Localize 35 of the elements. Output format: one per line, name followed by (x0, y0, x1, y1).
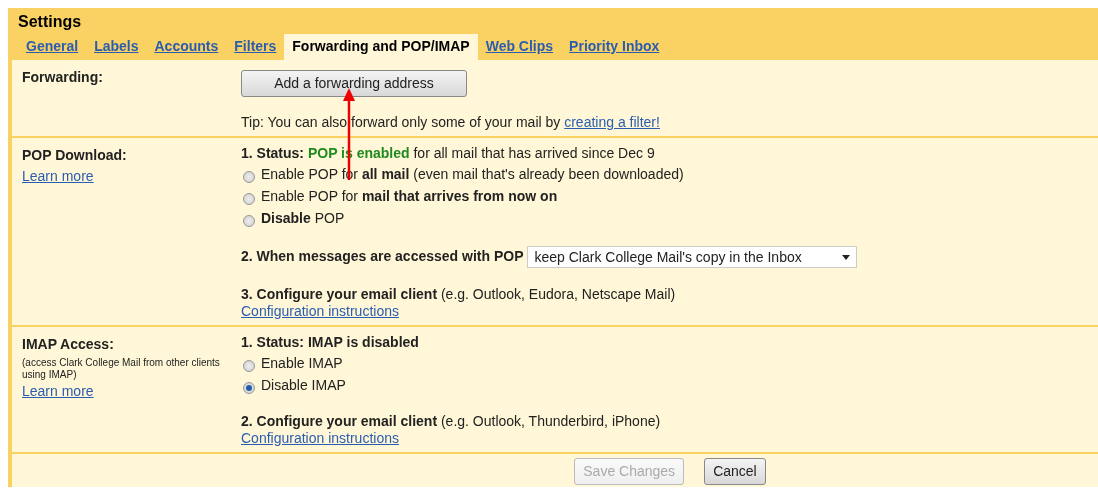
radio-button[interactable] (243, 192, 255, 205)
tip-text: Tip: You can also forward only some of your mail by (241, 114, 561, 130)
instruction-text: 3. Configure your email client (e.g. Outlook, Eudora, Netscape Mail) (241, 286, 677, 303)
filter-link[interactable]: creating a filter! (564, 114, 660, 130)
tab[interactable]: Web Clips (477, 34, 562, 60)
learn-more-link[interactable]: Learn more (22, 383, 94, 399)
radio-label: Enable IMAP (261, 354, 343, 373)
add-forwarding-button[interactable]: Add a forwarding address (241, 70, 467, 97)
section-label: Forwarding: (22, 68, 104, 87)
configuration-link[interactable]: Configuration instructions (241, 430, 399, 446)
learn-more-link[interactable]: Learn more (22, 168, 94, 184)
radio-button[interactable] (243, 359, 255, 372)
tab[interactable]: Forwarding and POP/IMAP (284, 34, 478, 60)
caret-icon (842, 254, 851, 260)
section-label: IMAP Access: (22, 335, 115, 354)
radio-label: Disable IMAP (261, 376, 346, 395)
page-title: Settings (18, 13, 83, 31)
radio-button[interactable] (243, 214, 255, 227)
tab[interactable]: Labels (86, 34, 147, 60)
cancel-button[interactable]: Cancel (704, 458, 766, 485)
section-label: POP Download: (22, 146, 128, 165)
radio-button[interactable] (243, 170, 255, 183)
tab[interactable]: General (18, 34, 87, 60)
tab[interactable]: Accounts (146, 34, 227, 60)
copy-option-dropdown[interactable]: keep Clark College Mail's copy in the Inbox (527, 246, 858, 268)
radio-button[interactable] (243, 381, 255, 394)
configuration-link[interactable]: Configuration instructions (241, 303, 399, 319)
select-label: 2. When messages are accessed with POP (241, 247, 524, 264)
radio-label: Enable POP for mail that arrives from now on (261, 187, 558, 206)
status-text: 1. Status: IMAP is disabled (241, 334, 420, 351)
tab[interactable]: Priority Inbox (561, 34, 668, 60)
tab[interactable]: Filters (226, 34, 285, 60)
radio-label: Disable POP (261, 209, 345, 228)
instruction-text: 2. Configure your email client (e.g. Outlook, Thunderbird, iPhone) (241, 413, 662, 430)
section-note: (access Clark College Mail from other clients using IMAP) (22, 357, 221, 381)
